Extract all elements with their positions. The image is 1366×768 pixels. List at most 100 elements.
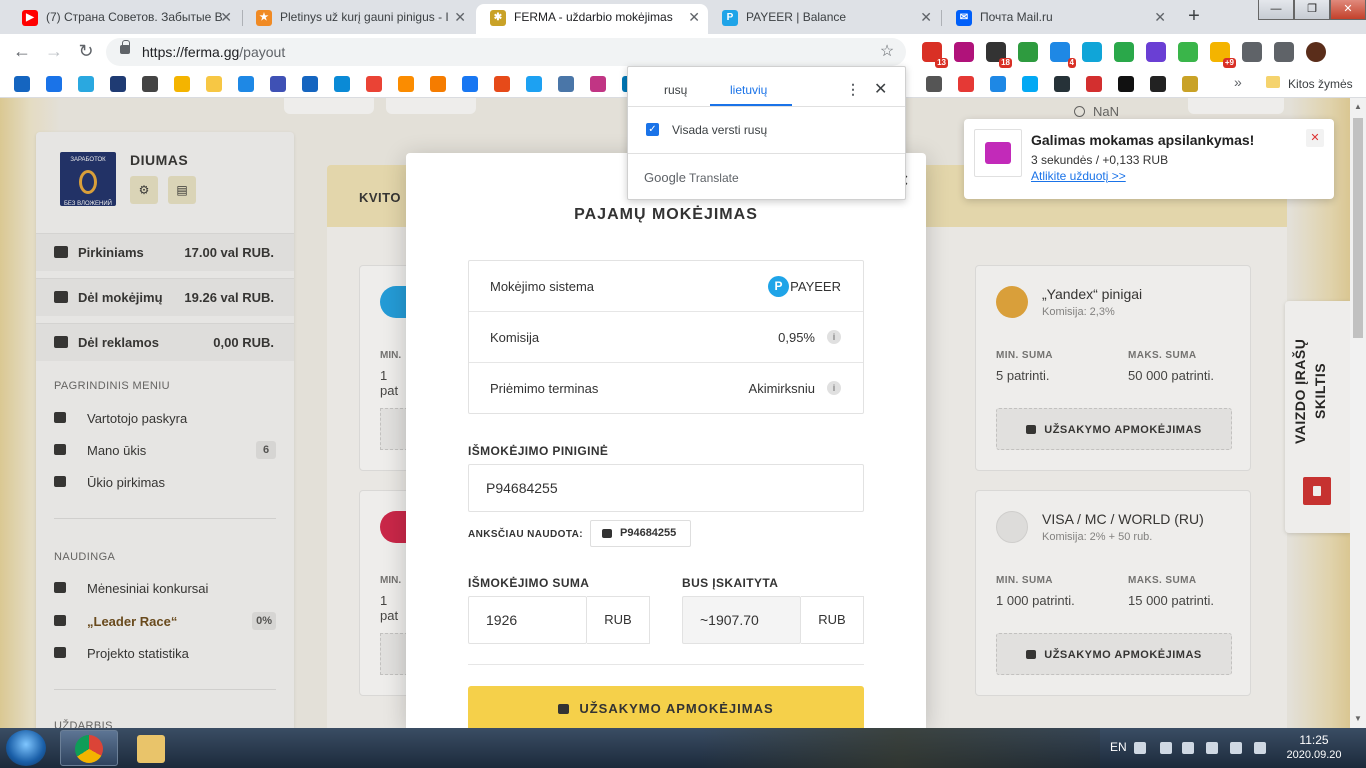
close-icon[interactable]: ✕ xyxy=(920,4,932,30)
order-payment-submit-button[interactable]: UŽSAKYMO APMOKĖJIMAS xyxy=(468,686,864,728)
flag-tray-icon[interactable] xyxy=(1182,742,1194,754)
bookmark-favicon-icon[interactable] xyxy=(462,76,478,92)
maximize-button[interactable]: ❐ xyxy=(1294,0,1330,20)
bookmark-favicon-icon[interactable] xyxy=(958,76,974,92)
mail-icon: ✉ xyxy=(956,10,972,26)
bookmark-favicon-icon[interactable] xyxy=(334,76,350,92)
window-close-button[interactable]: ✕ xyxy=(1330,0,1366,20)
bookmark-favicon-icon[interactable] xyxy=(430,76,446,92)
volume-icon[interactable] xyxy=(1254,742,1266,754)
taskbar-explorer[interactable] xyxy=(122,730,180,766)
new-tab-button[interactable]: + xyxy=(1180,5,1208,29)
profile-avatar-icon[interactable] xyxy=(1306,42,1326,62)
always-translate-checkbox[interactable]: ✓ xyxy=(646,123,659,136)
check-icon[interactable] xyxy=(1082,42,1102,62)
taskbar-chrome[interactable] xyxy=(60,730,118,766)
info-icon[interactable]: i xyxy=(827,381,841,395)
translate-tab-source[interactable]: rusų xyxy=(664,83,687,97)
bookmark-favicon-icon[interactable] xyxy=(1182,76,1198,92)
amount-input[interactable]: 1926 xyxy=(468,596,587,644)
bookmark-favicon-icon[interactable] xyxy=(494,76,510,92)
close-icon[interactable]: ✕ xyxy=(688,4,700,30)
bookmark-favicon-icon[interactable] xyxy=(1118,76,1134,92)
ruble-icon[interactable] xyxy=(1018,42,1038,62)
bookmark-favicon-icon[interactable] xyxy=(926,76,942,92)
tab-youtube[interactable]: ▶ (7) Страна Советов. Забытые В ✕ xyxy=(8,4,240,34)
bookmark-favicon-icon[interactable] xyxy=(526,76,542,92)
bookmark-favicon-icon[interactable] xyxy=(1086,76,1102,92)
bookmark-favicon-icon[interactable] xyxy=(110,76,126,92)
bookmark-favicon-icon[interactable] xyxy=(174,76,190,92)
taskbar-clock[interactable]: 11:25 2020.09.20 xyxy=(1284,733,1344,763)
cross-ext-icon[interactable] xyxy=(1146,42,1166,62)
wallet-icon xyxy=(558,704,570,714)
extension-badge: 4 xyxy=(1067,58,1076,68)
info-icon[interactable]: i xyxy=(827,330,841,344)
bookmark-favicon-icon[interactable] xyxy=(302,76,318,92)
scroll-down-icon[interactable]: ▼ xyxy=(1354,714,1362,723)
address-bar[interactable]: https://ferma.gg/payout 文 ☆ xyxy=(106,38,1119,238)
page-scrollbar[interactable]: ▲ ▼ xyxy=(1350,98,1366,728)
bookmark-favicon-icon[interactable] xyxy=(990,76,1006,92)
notification-task-link[interactable]: Atlikite užduotį >> xyxy=(1031,169,1126,183)
puzzle-icon[interactable] xyxy=(1242,42,1262,62)
close-icon[interactable]: ✕ xyxy=(1306,129,1324,147)
close-icon[interactable]: ✕ xyxy=(220,4,232,30)
bookmark-favicon-icon[interactable] xyxy=(1022,76,1038,92)
previously-used-label: ANKSČIAU NAUDOTA: xyxy=(468,529,583,540)
bookmark-favicon-icon[interactable] xyxy=(366,76,382,92)
translate-tab-target[interactable]: lietuvių xyxy=(730,83,767,97)
forward-button[interactable]: → xyxy=(42,40,66,64)
google-translate-brand: Google Translate xyxy=(644,170,739,185)
star-ext-icon[interactable] xyxy=(1114,42,1134,62)
bookmark-favicon-icon[interactable] xyxy=(142,76,158,92)
language-indicator[interactable]: EN xyxy=(1110,740,1127,754)
close-icon[interactable]: ✕ xyxy=(874,79,887,99)
gmail-icon[interactable]: 13 xyxy=(922,42,948,68)
bookmark-favicon-icon[interactable] xyxy=(1054,76,1070,92)
tab-ferma[interactable]: ✱ FERMA - uždarbio mokėjimas ✕ xyxy=(476,4,708,34)
wallet-input[interactable]: P94684255 xyxy=(468,464,864,512)
bookmark-favicon-icon[interactable] xyxy=(558,76,574,92)
bookmark-favicon-icon[interactable] xyxy=(46,76,62,92)
close-icon[interactable]: ✕ xyxy=(1154,4,1166,30)
media-icon[interactable] xyxy=(1274,42,1294,62)
bookmark-star-icon[interactable]: ☆ xyxy=(876,42,898,64)
scroll-up-icon[interactable]: ▲ xyxy=(1354,102,1362,111)
always-translate-label: Visada versti rusų xyxy=(672,123,768,137)
network-icon[interactable] xyxy=(1230,742,1242,754)
bookmark-favicon-icon[interactable] xyxy=(238,76,254,92)
bookmarks-folder-label[interactable]: Kitos žymės xyxy=(1288,77,1353,91)
bookmarks-more-icon[interactable]: » xyxy=(1234,74,1242,90)
calendar-icon[interactable]: 18 xyxy=(986,42,1012,68)
translate-popup: rusų lietuvių ⋮ ✕ ✓ Visada versti rusų G… xyxy=(627,66,906,200)
tab-pletinys[interactable]: ★ Pletinys už kurį gauni pinigus - I ✕ xyxy=(242,4,474,34)
tray-arrow-icon[interactable] xyxy=(1160,742,1172,754)
keyboard-icon[interactable] xyxy=(1134,742,1146,754)
browser-tab-strip: ▶ (7) Страна Советов. Забытые В ✕ ★ Plet… xyxy=(0,0,1366,34)
bookmark-favicon-icon[interactable] xyxy=(14,76,30,92)
close-icon[interactable]: ✕ xyxy=(454,4,466,30)
back-button[interactable]: ← xyxy=(10,40,34,64)
scrollbar-thumb[interactable] xyxy=(1353,118,1363,338)
folder-icon[interactable] xyxy=(1266,76,1280,88)
bookmark-favicon-icon[interactable] xyxy=(398,76,414,92)
sun-ext-icon[interactable]: +9 xyxy=(1210,42,1236,68)
bookmark-favicon-icon[interactable] xyxy=(1150,76,1166,92)
more-vert-icon[interactable]: ⋮ xyxy=(846,81,860,98)
reload-button[interactable]: ↻ xyxy=(74,40,98,64)
minimize-button[interactable]: — xyxy=(1258,0,1294,20)
tab-mail[interactable]: ✉ Почта Mail.ru ✕ xyxy=(942,4,1174,34)
bookmark-favicon-icon[interactable] xyxy=(78,76,94,92)
previous-wallet-chip[interactable]: P94684255 xyxy=(590,520,691,547)
battery-icon[interactable] xyxy=(1206,742,1218,754)
bookmark-favicon-icon[interactable] xyxy=(206,76,222,92)
se-icon[interactable] xyxy=(954,42,974,62)
bookmark-favicon-icon[interactable] xyxy=(590,76,606,92)
ps-icon[interactable]: 4 xyxy=(1050,42,1076,68)
circle-ext-icon[interactable] xyxy=(1178,42,1198,62)
bookmark-favicon-icon[interactable] xyxy=(270,76,286,92)
taskbar-background-image xyxy=(700,728,1100,768)
tab-payeer[interactable]: P PAYEER | Balance ✕ xyxy=(708,4,940,34)
start-button[interactable] xyxy=(6,730,46,766)
